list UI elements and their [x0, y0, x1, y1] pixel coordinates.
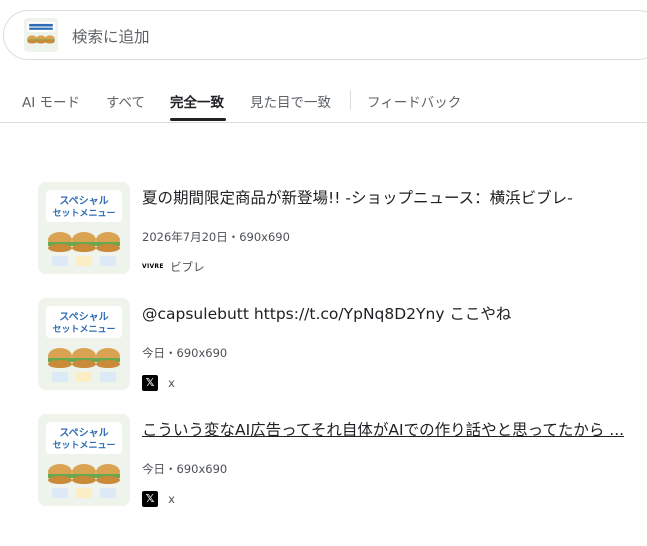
result-thumbnail[interactable]: スペシャル セットメニュー [38, 182, 130, 274]
result-item[interactable]: スペシャル セットメニュー 夏の期間限定商品が新登場!! -ショップニュース：横… [0, 182, 647, 282]
thumb-headline: スペシャル [59, 427, 108, 439]
tab-feedback[interactable]: フィードバック [367, 91, 461, 111]
search-image-thumbnail[interactable] [23, 18, 59, 52]
result-meta: 今日・690x690 [142, 462, 228, 476]
burger-ad-image: スペシャル セットメニュー [38, 298, 130, 390]
filter-tabs: AI モード すべて 完全一致 見た目で一致 フィードバック [0, 82, 647, 123]
tab-divider [350, 90, 351, 110]
tab-exact-match[interactable]: 完全一致 [170, 91, 224, 111]
result-source[interactable]: 𝕏 x [142, 488, 175, 507]
result-title[interactable]: 夏の期間限定商品が新登場!! -ショップニュース：横浜ビブレ- [142, 186, 642, 208]
vivre-logo-icon: VIVRE [142, 262, 164, 270]
x-logo-icon: 𝕏 [142, 490, 158, 507]
result-item[interactable]: スペシャル セットメニュー こういう変なAI広告ってそれ自体がAIでの作り話やと… [0, 414, 647, 514]
tab-all[interactable]: すべて [106, 91, 145, 111]
search-bar[interactable]: 検索に追加 [3, 10, 647, 60]
burger-ad-image [24, 18, 58, 52]
tab-visual-match[interactable]: 見た目で一致 [250, 91, 331, 111]
result-item[interactable]: スペシャル セットメニュー @capsulebutt https://t.co/… [0, 298, 647, 398]
burger-ad-image: スペシャル セットメニュー [38, 414, 130, 506]
result-thumbnail[interactable]: スペシャル セットメニュー [38, 298, 130, 390]
x-logo-icon: 𝕏 [142, 374, 158, 391]
result-source-label: x [168, 375, 175, 390]
thumb-headline2: セットメニュー [52, 208, 115, 219]
active-tab-indicator [170, 118, 226, 121]
result-title[interactable]: @capsulebutt https://t.co/YpNq8D2Yny ここや… [142, 302, 642, 324]
thumb-headline: スペシャル [59, 195, 108, 207]
result-title[interactable]: こういう変なAI広告ってそれ自体がAIでの作り話やと思ってたから ... [142, 418, 642, 440]
result-source[interactable]: 𝕏 x [142, 372, 175, 391]
result-meta: 今日・690x690 [142, 346, 228, 360]
result-source-label: ビブレ [170, 259, 205, 274]
result-meta: 2026年7月20日・690x690 [142, 230, 290, 244]
result-source[interactable]: VIVRE ビブレ [142, 256, 205, 274]
thumb-headline2: セットメニュー [52, 324, 115, 335]
search-placeholder[interactable]: 検索に追加 [72, 25, 150, 47]
result-source-label: x [168, 491, 175, 506]
thumb-headline: スペシャル [59, 311, 108, 323]
thumb-headline2: セットメニュー [52, 440, 115, 451]
tab-ai-mode[interactable]: AI モード [22, 91, 80, 111]
burger-ad-image: スペシャル セットメニュー [38, 182, 130, 274]
result-thumbnail[interactable]: スペシャル セットメニュー [38, 414, 130, 506]
